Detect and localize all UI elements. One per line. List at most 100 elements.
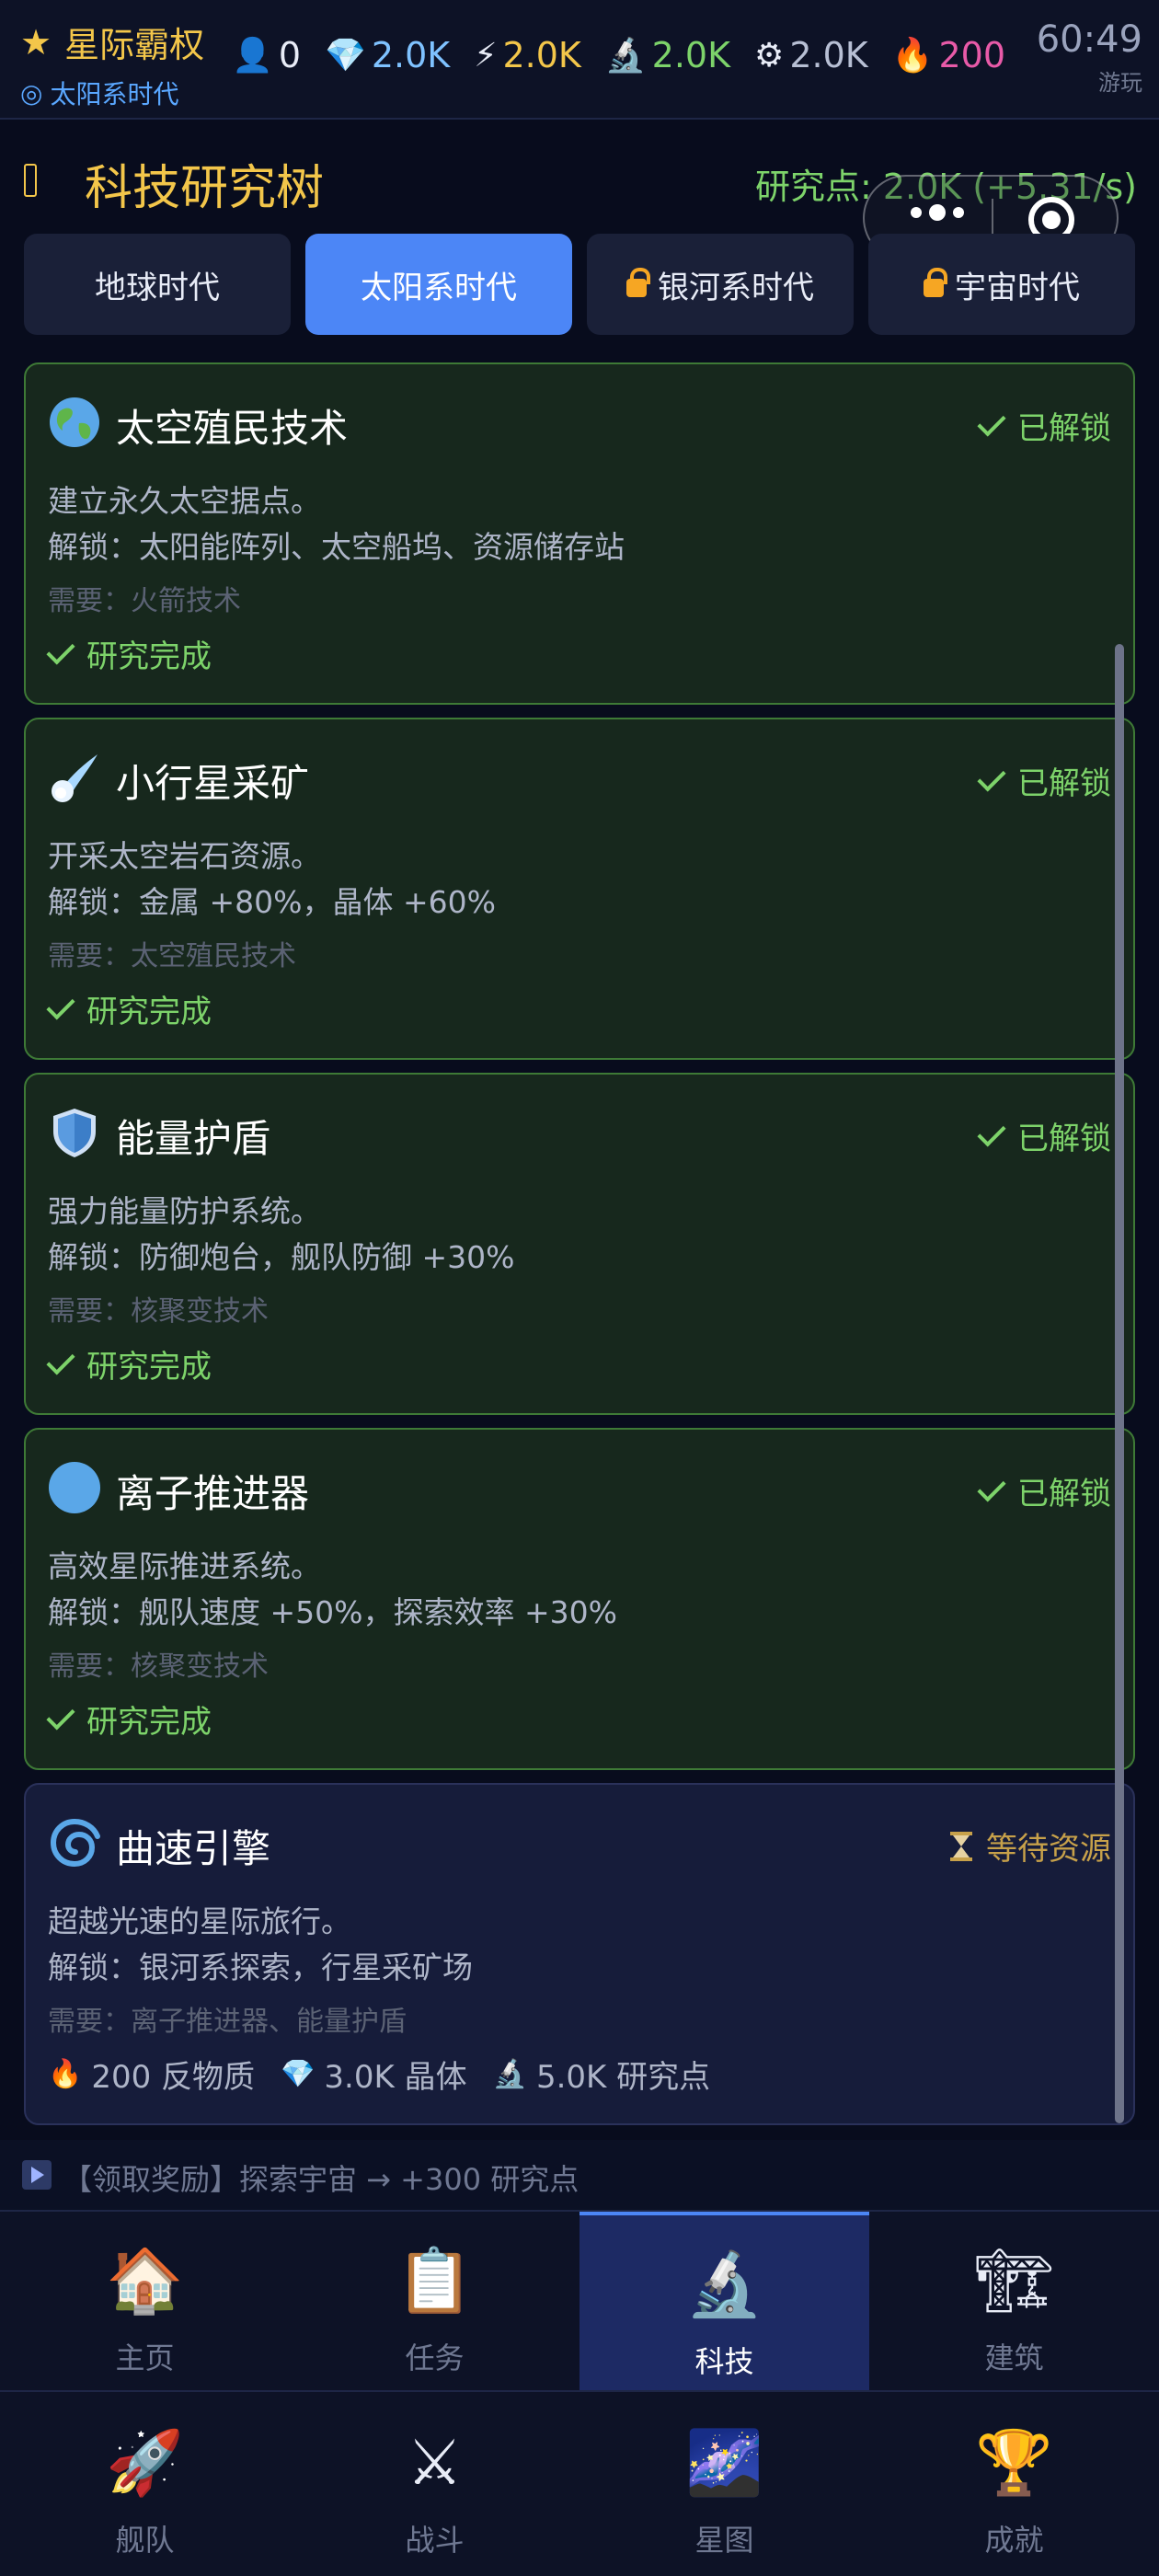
tech-unlocks: 解锁：防御炮台，舰队防御 +30% xyxy=(48,1239,515,1275)
research-complete: 研究完成 xyxy=(46,1341,212,1386)
crystal-icon: 💎 xyxy=(325,37,366,75)
tech-requirement: 需要：离子推进器、能量护盾 xyxy=(48,2006,407,2038)
tech-description: 超越光速的星际旅行。 xyxy=(48,1903,351,1939)
era-tabs: 地球时代 太阳系时代 银河系时代 宇宙时代 xyxy=(24,234,1135,335)
notice-text: 【领取奖励】探索宇宙 → +300 研究点 xyxy=(63,2162,580,2197)
tab-solar-era[interactable]: 太阳系时代 xyxy=(305,234,572,335)
check-icon xyxy=(46,1345,75,1375)
tab-galaxy-era[interactable]: 银河系时代 xyxy=(587,234,854,335)
clipboard-icon: 📋 xyxy=(396,2245,474,2317)
tab-label: 地球时代 xyxy=(95,269,220,306)
clock-time: 60:49 xyxy=(1036,18,1142,61)
reward-notice[interactable]: 【领取奖励】探索宇宙 → +300 研究点 xyxy=(0,2140,1159,2210)
resource-research: 🔬 2.0K xyxy=(605,35,730,75)
resource-value: 2.0K xyxy=(371,35,451,75)
bottom-nav: 🏠 主页 📋 任务 🔬 科技 🏗 建筑 🚀 舰队 ⚔ 战斗 🌌 星图 🏆 成就 xyxy=(0,2210,1159,2576)
nav-star-map[interactable]: 🌌 星图 xyxy=(580,2394,869,2574)
tab-universe-era[interactable]: 宇宙时代 xyxy=(868,234,1135,335)
tech-title: 太空殖民技术 xyxy=(116,406,349,451)
research-complete: 研究完成 xyxy=(46,1696,212,1742)
nav-label: 舰队 xyxy=(115,2523,175,2558)
tech-card-energy-shield[interactable]: 能量护盾 已解锁 强力能量防护系统。 解锁：防御炮台，舰队防御 +30% 需要：… xyxy=(24,1073,1135,1415)
status-text: 已解锁 xyxy=(1017,1121,1111,1157)
tech-unlocks: 解锁：银河系探索，行星采矿场 xyxy=(48,1949,473,1985)
cost-text: 5.0K 研究点 xyxy=(535,2059,711,2096)
crane-icon: 🏗 xyxy=(974,2245,1054,2317)
tech-requirement: 需要：火箭技术 xyxy=(48,585,241,617)
research-icon: 🔬 xyxy=(604,37,647,75)
page-title: 科技研究树 xyxy=(85,161,325,216)
tech-title: 曲速引擎 xyxy=(116,1826,271,1871)
tech-requirement: 需要：核聚变技术 xyxy=(48,1295,269,1328)
nav-tech[interactable]: 🔬 科技 xyxy=(580,2212,869,2390)
research-complete: 研究完成 xyxy=(46,986,212,1031)
crossed-swords-icon: ⚔ xyxy=(407,2427,463,2500)
nav-row-1: 🏠 主页 📋 任务 🔬 科技 🏗 建筑 xyxy=(0,2212,1159,2392)
more-dots-icon[interactable] xyxy=(911,204,964,221)
tech-card-space-colonization[interactable]: 太空殖民技术 已解锁 建立永久太空据点。 解锁：太阳能阵列、太空船坞、资源储存站… xyxy=(24,362,1135,705)
research-complete: 研究完成 xyxy=(46,631,212,676)
current-era-label: 太阳系时代 xyxy=(50,79,179,109)
microscope-icon: 🔬 xyxy=(492,2058,527,2090)
resource-energy: ⚡ 2.0K xyxy=(474,35,581,75)
play-icon xyxy=(22,2160,52,2190)
shield-icon xyxy=(53,1109,96,1157)
unlocked-status: 已解锁 xyxy=(977,1113,1111,1158)
population-icon: 👤 xyxy=(232,37,273,75)
resource-value: 2.0K xyxy=(789,35,868,75)
nav-label: 星图 xyxy=(694,2523,754,2558)
nav-label: 成就 xyxy=(984,2523,1044,2558)
tech-description: 开采太空岩石资源。 xyxy=(48,838,321,874)
tech-card-asteroid-mining[interactable]: 小行星采矿 已解锁 开采太空岩石资源。 解锁：金属 +80%，晶体 +60% 需… xyxy=(24,718,1135,1060)
nav-fleet[interactable]: 🚀 舰队 xyxy=(0,2394,290,2574)
cost-text: 200 反物质 xyxy=(91,2059,256,2096)
waiting-status: 等待资源 xyxy=(949,1823,1111,1869)
nav-label: 任务 xyxy=(405,2340,465,2375)
clock-label: 游玩 xyxy=(1098,70,1142,96)
nav-battle[interactable]: ⚔ 战斗 xyxy=(290,2394,580,2574)
status-text: 等待资源 xyxy=(986,1831,1111,1868)
resource-metal: ⚙ 2.0K xyxy=(754,35,868,75)
tech-requirement: 需要：核聚变技术 xyxy=(48,1650,269,1683)
resource-antimatter: 🔥 200 xyxy=(892,35,1005,75)
nav-label: 建筑 xyxy=(984,2340,1044,2375)
cost-crystal: 💎 3.0K 晶体 xyxy=(281,2052,467,2097)
tech-card-ion-thruster[interactable]: 离子推进器 已解锁 高效星际推进系统。 解锁：舰队速度 +50%，探索效率 +3… xyxy=(24,1428,1135,1770)
tech-unlocks: 解锁：太阳能阵列、太空船坞、资源储存站 xyxy=(48,529,625,565)
check-icon xyxy=(977,1472,1006,1502)
cost-text: 3.0K 晶体 xyxy=(324,2059,467,2096)
check-icon xyxy=(977,762,1006,792)
microscope-icon: 🔬 xyxy=(685,2248,763,2321)
antimatter-fire-icon: 🔥 xyxy=(891,37,934,75)
nav-buildings[interactable]: 🏗 建筑 xyxy=(869,2212,1159,2390)
nav-home[interactable]: 🏠 主页 xyxy=(0,2212,290,2390)
brand-title-text: 星际霸权 xyxy=(64,25,205,65)
target-icon: ◎ xyxy=(20,77,43,109)
tech-title: 小行星采矿 xyxy=(116,761,310,806)
tech-tree-icon xyxy=(24,164,37,197)
tech-unlocks: 解锁：舰队速度 +50%，探索效率 +30% xyxy=(48,1594,617,1630)
tab-label: 宇宙时代 xyxy=(955,269,1080,306)
nav-tasks[interactable]: 📋 任务 xyxy=(290,2212,580,2390)
resource-crystal: 💎 2.0K xyxy=(325,35,450,75)
tech-description: 建立永久太空据点。 xyxy=(48,483,321,519)
rocket-icon: 🚀 xyxy=(106,2427,184,2500)
status-text: 已解锁 xyxy=(1017,1476,1111,1512)
lock-icon xyxy=(626,268,650,297)
tab-label: 银河系时代 xyxy=(658,269,814,306)
energy-icon: ⚡ xyxy=(474,36,498,75)
cost-research: 🔬 5.0K 研究点 xyxy=(493,2052,711,2097)
tab-earth-era[interactable]: 地球时代 xyxy=(24,234,291,335)
tech-card-warp-drive[interactable]: 曲速引擎 等待资源 超越光速的星际旅行。 解锁：银河系探索，行星采矿场 需要：离… xyxy=(24,1783,1135,2125)
brand: ★ 星际霸权 ◎ 太阳系时代 xyxy=(20,17,204,111)
resource-population: 👤 0 xyxy=(232,35,301,75)
tech-description: 强力能量防护系统。 xyxy=(48,1193,321,1229)
nav-achievements[interactable]: 🏆 成就 xyxy=(869,2394,1159,2574)
tech-requirement: 需要：太空殖民技术 xyxy=(48,940,296,972)
crystal-icon: 💎 xyxy=(281,2058,316,2090)
resource-value: 0 xyxy=(278,35,302,75)
unlocked-status: 已解锁 xyxy=(977,758,1111,803)
scrollbar[interactable] xyxy=(1115,644,1124,2123)
play-clock: 60:49 游玩 xyxy=(1037,18,1142,97)
check-icon xyxy=(977,1117,1006,1147)
